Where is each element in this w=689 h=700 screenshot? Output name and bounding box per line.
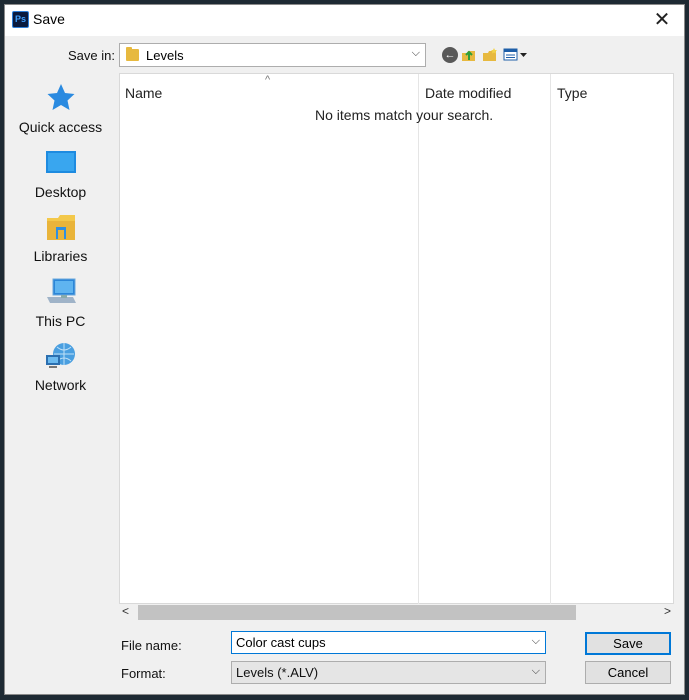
- photoshop-app-icon: Ps: [12, 11, 29, 28]
- desktop-icon: [45, 148, 77, 178]
- place-label: Libraries: [33, 248, 88, 264]
- place-label: This PC: [35, 313, 86, 329]
- format-label: Format:: [121, 666, 166, 681]
- chevron-down-icon: ⌵: [411, 47, 420, 59]
- file-list[interactable]: ^ Name Date modified Type No items match…: [119, 73, 674, 604]
- column-header-name[interactable]: Name: [125, 85, 162, 101]
- network-icon: [45, 341, 77, 371]
- sort-indicator: ^: [265, 74, 271, 86]
- column-divider[interactable]: [550, 74, 551, 604]
- folder-icon: [126, 47, 139, 61]
- computer-icon: [45, 277, 77, 307]
- new-folder-icon[interactable]: [482, 47, 498, 63]
- horizontal-scrollbar[interactable]: < >: [119, 604, 674, 621]
- title-bar: Ps Save ✕: [5, 5, 684, 36]
- chevron-down-icon: ⌵: [531, 665, 540, 677]
- save-in-value: Levels: [146, 48, 184, 63]
- format-value: Levels (*.ALV): [236, 665, 319, 680]
- scroll-thumb[interactable]: [138, 605, 576, 620]
- chevron-down-icon[interactable]: ⌵: [532, 635, 540, 648]
- cancel-button[interactable]: Cancel: [585, 661, 671, 684]
- back-icon[interactable]: ←: [442, 47, 458, 63]
- libraries-icon: [45, 212, 77, 242]
- place-label: Desktop: [34, 184, 87, 200]
- place-label: Network: [34, 377, 87, 393]
- place-desktop[interactable]: Desktop: [7, 148, 114, 208]
- column-header-date-modified[interactable]: Date modified: [425, 85, 511, 101]
- places-bar: Quick access Desktop Libraries This PC N…: [7, 73, 114, 603]
- place-this-pc[interactable]: This PC: [7, 277, 114, 337]
- save-button[interactable]: Save: [585, 632, 671, 655]
- place-label: Quick access: [18, 119, 103, 135]
- column-divider[interactable]: [418, 74, 419, 604]
- file-name-input[interactable]: [232, 632, 545, 653]
- save-in-dropdown[interactable]: Levels ⌵: [119, 43, 426, 67]
- column-header-type[interactable]: Type: [557, 85, 587, 101]
- empty-message: No items match your search.: [315, 107, 494, 123]
- scroll-left-arrow[interactable]: <: [122, 604, 129, 618]
- star-icon: [45, 83, 77, 113]
- file-name-label: File name:: [121, 638, 182, 653]
- close-button[interactable]: ✕: [648, 7, 676, 33]
- place-quick-access[interactable]: Quick access: [7, 83, 114, 143]
- view-menu-icon[interactable]: [503, 47, 529, 63]
- scroll-right-arrow[interactable]: >: [664, 604, 671, 618]
- place-network[interactable]: Network: [7, 341, 114, 401]
- save-in-label: Save in:: [68, 48, 115, 63]
- place-libraries[interactable]: Libraries: [7, 212, 114, 272]
- format-dropdown[interactable]: Levels (*.ALV) ⌵: [231, 661, 546, 684]
- save-dialog: Ps Save ✕ Save in: Levels ⌵ ← Quick acce…: [4, 4, 685, 695]
- file-name-combobox[interactable]: ⌵: [231, 631, 546, 654]
- up-folder-icon[interactable]: [461, 47, 477, 63]
- window-title: Save: [33, 11, 65, 27]
